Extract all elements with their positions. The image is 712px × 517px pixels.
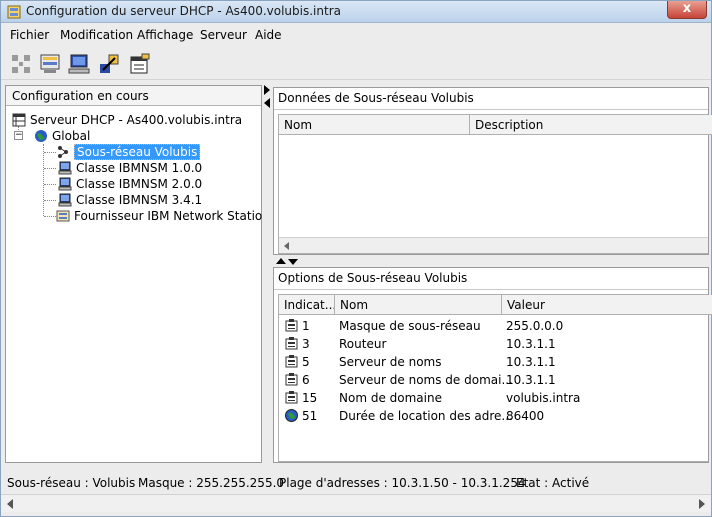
network-icon[interactable] <box>9 52 33 76</box>
server-icon <box>12 113 26 127</box>
option-icon <box>285 391 298 404</box>
scroll-left-icon[interactable] <box>7 499 13 509</box>
app-window: Configuration du serveur DHCP - As400.vo… <box>0 0 712 517</box>
scroll-right-icon[interactable] <box>699 499 705 509</box>
close-button[interactable]: x <box>667 1 707 19</box>
toolbar <box>1 48 711 80</box>
tree-item-vendor[interactable]: Fournisseur IBM Network Station <box>56 208 270 224</box>
divider <box>274 109 708 110</box>
globe-icon <box>35 130 47 142</box>
table-row[interactable]: 3 Routeur 10.3.1.1 <box>279 335 708 353</box>
class-icon <box>58 161 72 175</box>
lease-icon <box>285 409 298 422</box>
tree-header: Configuration en cours <box>6 86 261 106</box>
options-panel-title: Options de Sous-réseau Volubis <box>278 271 468 285</box>
status-bar: Sous-réseau : Volubis Masque : 255.255.2… <box>1 473 711 493</box>
menu-aide[interactable]: Aide <box>255 28 282 42</box>
data-table: Nom Description <box>278 114 712 254</box>
subnet-options-panel: Options de Sous-réseau Volubis Indicat..… <box>273 267 712 463</box>
expand-down-arrow-icon[interactable] <box>288 259 298 265</box>
table-row[interactable]: 1 Masque de sous-réseau 255.0.0.0 <box>279 317 708 335</box>
status-range: Plage d'adresses : 10.3.1.50 - 10.3.1.25… <box>279 476 526 490</box>
configuration-tree-pane: Configuration en cours − Serveur DHCP - … <box>5 85 270 463</box>
tree-item-class-3[interactable]: Classe IBMNSM 3.4.1 <box>58 192 202 208</box>
column-indicateur[interactable]: Indicat... <box>279 295 335 315</box>
tree-line <box>44 168 56 169</box>
wizard-icon[interactable] <box>97 52 121 76</box>
status-subnet: Sous-réseau : Volubis <box>7 476 136 490</box>
horizontal-splitter[interactable] <box>273 256 709 267</box>
table-row[interactable]: 51 Durée de location des adre... 86400 <box>279 407 708 425</box>
tree-item-subnet[interactable]: Sous-réseau Volubis <box>56 144 201 160</box>
options-table: Indicat... Nom Valeur 1 Masque de sous-r… <box>278 294 712 462</box>
option-icon <box>285 319 298 332</box>
tree-line <box>44 216 56 217</box>
subnet-data-panel: Données de Sous-réseau Volubis Nom Descr… <box>273 87 712 255</box>
tree-item-server[interactable]: Serveur DHCP - As400.volubis.intra <box>12 112 242 128</box>
option-icon <box>285 355 298 368</box>
properties-icon[interactable] <box>128 52 152 76</box>
option-icon <box>285 337 298 350</box>
table-row[interactable]: 6 Serveur de noms de domai... 10.3.1.1 <box>279 371 708 389</box>
server-config-icon[interactable] <box>38 52 62 76</box>
menu-serveur[interactable]: Serveur <box>200 28 247 42</box>
window-title: Configuration du serveur DHCP - As400.vo… <box>26 4 341 18</box>
column-valeur[interactable]: Valeur <box>502 295 712 315</box>
status-mask: Masque : 255.255.255.0 <box>138 476 285 490</box>
data-horizontal-scrollbar[interactable] <box>279 237 708 253</box>
column-nom[interactable]: Nom <box>279 115 470 135</box>
column-nom[interactable]: Nom <box>335 295 502 315</box>
tree-item-class-1[interactable]: Classe IBMNSM 1.0.0 <box>58 160 202 176</box>
status-horizontal-scrollbar[interactable] <box>1 494 711 512</box>
tree-line <box>44 200 56 201</box>
table-row[interactable]: 5 Serveur de noms 10.3.1.1 <box>279 353 708 371</box>
app-icon <box>7 5 21 19</box>
expand-left-arrow-icon[interactable] <box>264 85 270 95</box>
vertical-splitter[interactable] <box>263 85 273 463</box>
menu-modification[interactable]: Modification <box>60 28 133 42</box>
vendor-icon <box>56 210 70 222</box>
status-state: Etat : Activé <box>516 476 590 490</box>
tree-line <box>44 184 56 185</box>
tree-line <box>43 144 44 216</box>
option-icon <box>285 373 298 386</box>
tree-item-global[interactable]: Global <box>34 128 90 144</box>
workstation-icon[interactable] <box>67 52 91 76</box>
divider <box>274 289 708 290</box>
collapse-icon[interactable]: − <box>14 131 23 140</box>
tree-item-class-2[interactable]: Classe IBMNSM 2.0.0 <box>58 176 202 192</box>
menu-fichier[interactable]: Fichier <box>10 28 49 42</box>
menu-affichage[interactable]: Affichage <box>137 28 193 42</box>
class-icon <box>58 177 72 191</box>
scroll-left-icon[interactable] <box>284 242 289 250</box>
column-description[interactable]: Description <box>470 115 712 135</box>
collapse-left-arrow-icon[interactable] <box>264 98 270 108</box>
title-bar[interactable]: Configuration du serveur DHCP - As400.vo… <box>1 1 711 23</box>
menu-bar: Fichier Modification Affichage Serveur A… <box>1 24 711 46</box>
data-panel-title: Données de Sous-réseau Volubis <box>278 91 474 105</box>
subnet-icon <box>58 146 68 158</box>
class-icon <box>58 193 72 207</box>
tree-line <box>44 152 56 153</box>
table-row[interactable]: 15 Nom de domaine volubis.intra <box>279 389 708 407</box>
expand-up-arrow-icon[interactable] <box>276 258 286 264</box>
